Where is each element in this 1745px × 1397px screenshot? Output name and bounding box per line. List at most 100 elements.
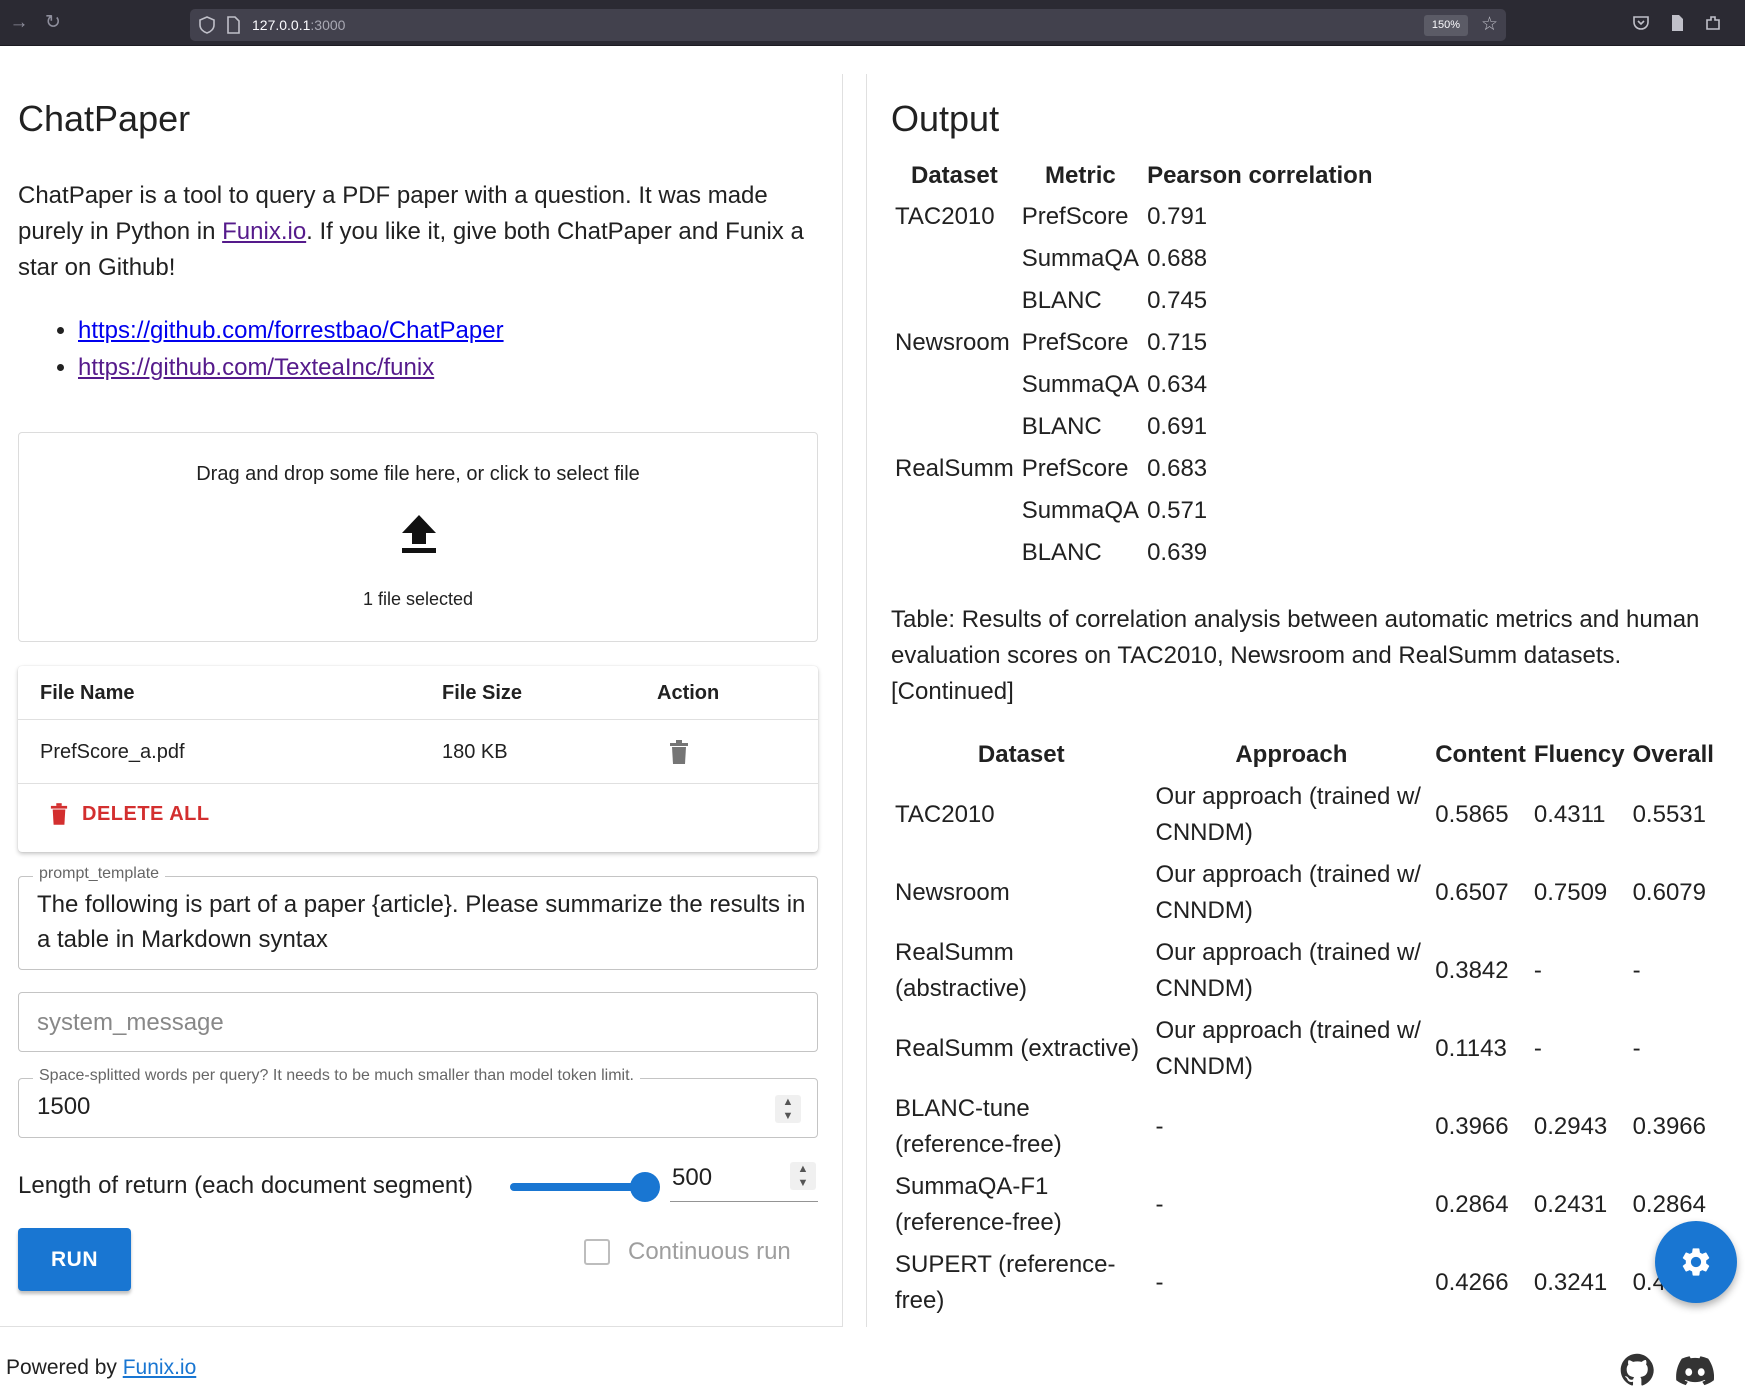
approach-cell: Our approach (trained w/ CNNDM) [1155,1017,1421,1080]
input-panel: ChatPaper ChatPaper is a tool to query a… [0,74,843,1327]
dataset-cell: Newsroom [895,879,1010,906]
column-dataset: Dataset [910,162,998,189]
dataset-cell: SummaQA-F1 (reference-free) [895,1173,1062,1236]
delete-file-icon[interactable] [669,740,689,764]
pearson-cell: 0.691 [1147,413,1208,440]
system-message-field[interactable]: system_message [18,992,818,1052]
approach-cell: - [1155,1113,1164,1140]
pearson-cell: 0.688 [1147,245,1208,272]
browser-toolbar: → ↻ 127.0.0.1:3000 150% ☆ [0,0,1745,46]
fluency-cell: 0.2943 [1533,1113,1608,1140]
pocket-icon[interactable] [1632,14,1650,32]
column-action: Action [657,682,720,704]
table-header-row: Dataset Approach Content Fluency Overall [891,734,1731,776]
continuous-run-toggle[interactable]: Continuous run [584,1238,791,1266]
continuous-run-checkbox[interactable] [584,1239,610,1265]
extensions-icon[interactable] [1704,14,1722,32]
overall-cell: 0.6079 [1632,879,1706,906]
length-input[interactable]: 500 ▲ ▼ [670,1156,818,1202]
funix-link[interactable]: Funix.io [222,218,306,245]
output-panel: Output Dataset Metric Pearson correlatio… [866,74,1745,1327]
delete-all-label: DELETE ALL [82,802,210,825]
bookmark-star-icon[interactable]: ☆ [1481,13,1498,36]
funix-github-link[interactable]: https://github.com/TexteaInc/funix [78,354,434,381]
url-bar[interactable]: 127.0.0.1:3000 150% ☆ [190,9,1506,41]
fluency-cell: 0.3241 [1533,1269,1608,1296]
delete-all-button[interactable]: DELETE ALL [50,794,210,834]
chatpaper-github-link[interactable]: https://github.com/forrestbao/ChatPaper [78,317,504,344]
fluency-cell: - [1533,1035,1542,1062]
words-per-query-field[interactable]: Space-splitted words per query? It needs… [18,1067,818,1138]
zoom-level[interactable]: 150% [1423,15,1468,36]
content-cell: 0.1143 [1435,1035,1507,1062]
overall-cell: 0.5531 [1632,801,1706,828]
file-dropzone[interactable]: Drag and drop some file here, or click t… [18,432,818,642]
reload-icon[interactable]: ↻ [42,12,64,34]
trash-icon [50,803,68,825]
table-row: BLANC 0.745 [891,280,1377,322]
funix-footer-link[interactable]: Funix.io [123,1356,197,1379]
table-row: TAC2010 Our approach (trained w/ CNNDM) 0.… [891,776,1731,854]
metric-cell: SummaQA [1021,245,1140,272]
pearson-cell: 0.715 [1147,329,1208,356]
approach-table: Dataset Approach Content Fluency Overall… [891,734,1731,1322]
fluency-cell: 0.4311 [1533,801,1606,828]
correlation-table-body: TAC2010 PrefScore 0.791 SummaQA 0.688 BLANC 0.… [891,196,1377,574]
column-file-name: File Name [40,682,135,704]
table-caption: Table: Results of correlation analysis b… [891,606,1700,705]
prompt-template-field[interactable]: prompt_template The following is part of… [18,865,818,970]
dataset-cell: RealSumm [895,455,1014,482]
column-overall: Overall [1632,741,1714,768]
table-row: SummaQA-F1 (reference-free) - 0.2864 0.2431… [891,1166,1731,1244]
column-approach: Approach [1235,741,1348,768]
table-row: RealSumm (abstractive) Our approach (trai… [891,932,1731,1010]
system-message-placeholder: system_message [37,1009,224,1036]
page-title: ChatPaper [18,98,191,139]
words-per-query-value: 1500 [37,1093,91,1120]
table-row: PrefScore_a.pdf 180 KB [18,720,818,784]
upload-icon [402,515,436,553]
prompt-template-value: The following is part of a paper {articl… [37,891,806,953]
dataset-cell: Newsroom [895,329,1010,356]
pearson-cell: 0.571 [1147,497,1208,524]
approach-cell: Our approach (trained w/ CNNDM) [1155,861,1421,924]
discord-icon[interactable] [1676,1356,1714,1386]
overall-cell: - [1632,957,1641,984]
table-row: TAC2010 PrefScore 0.791 [891,196,1377,238]
fluency-cell: 0.7509 [1533,879,1608,906]
run-button[interactable]: RUN [18,1228,131,1291]
pearson-cell: 0.791 [1147,203,1208,230]
dataset-cell: TAC2010 [895,203,995,230]
dataset-cell [891,280,1018,322]
settings-fab[interactable] [1655,1221,1737,1303]
github-icon[interactable] [1620,1353,1654,1387]
gear-icon [1682,1248,1710,1276]
github-links: https://github.com/forrestbao/ChatPaper … [78,312,504,386]
pearson-cell: 0.683 [1147,455,1208,482]
column-fluency: Fluency [1533,741,1625,768]
metric-cell: SummaQA [1021,371,1140,398]
approach-cell: Our approach (trained w/ CNNDM) [1155,783,1421,846]
dataset-cell [891,532,1018,574]
number-stepper[interactable]: ▲ ▼ [775,1095,801,1123]
approach-table-body: TAC2010 Our approach (trained w/ CNNDM) 0.… [891,776,1731,1322]
url-text: 127.0.0.1:3000 [252,17,346,33]
prompt-template-label: prompt_template [33,865,166,883]
content-cell: 0.2864 [1435,1191,1509,1218]
table-row: RealSumm (extractive) Our approach (train… [891,1010,1731,1088]
overall-cell: 0.3966 [1632,1113,1706,1140]
slider-track[interactable] [510,1183,646,1191]
dataset-cell [891,364,1018,406]
pearson-cell: 0.634 [1147,371,1208,398]
pearson-cell: 0.745 [1147,287,1208,314]
file-size: 180 KB [442,741,508,763]
reader-view-icon[interactable] [1668,14,1686,32]
forward-icon[interactable]: → [8,12,30,34]
files-selected-count: 1 file selected [362,589,474,609]
table-row: BLANC-tune (reference-free) - 0.3966 0.2943… [891,1088,1731,1166]
slider-thumb[interactable] [630,1172,660,1202]
fluency-cell: 0.2431 [1533,1191,1608,1218]
overall-cell: - [1632,1035,1641,1062]
number-stepper[interactable]: ▲ ▼ [790,1162,816,1190]
content-cell: 0.4266 [1435,1269,1509,1296]
